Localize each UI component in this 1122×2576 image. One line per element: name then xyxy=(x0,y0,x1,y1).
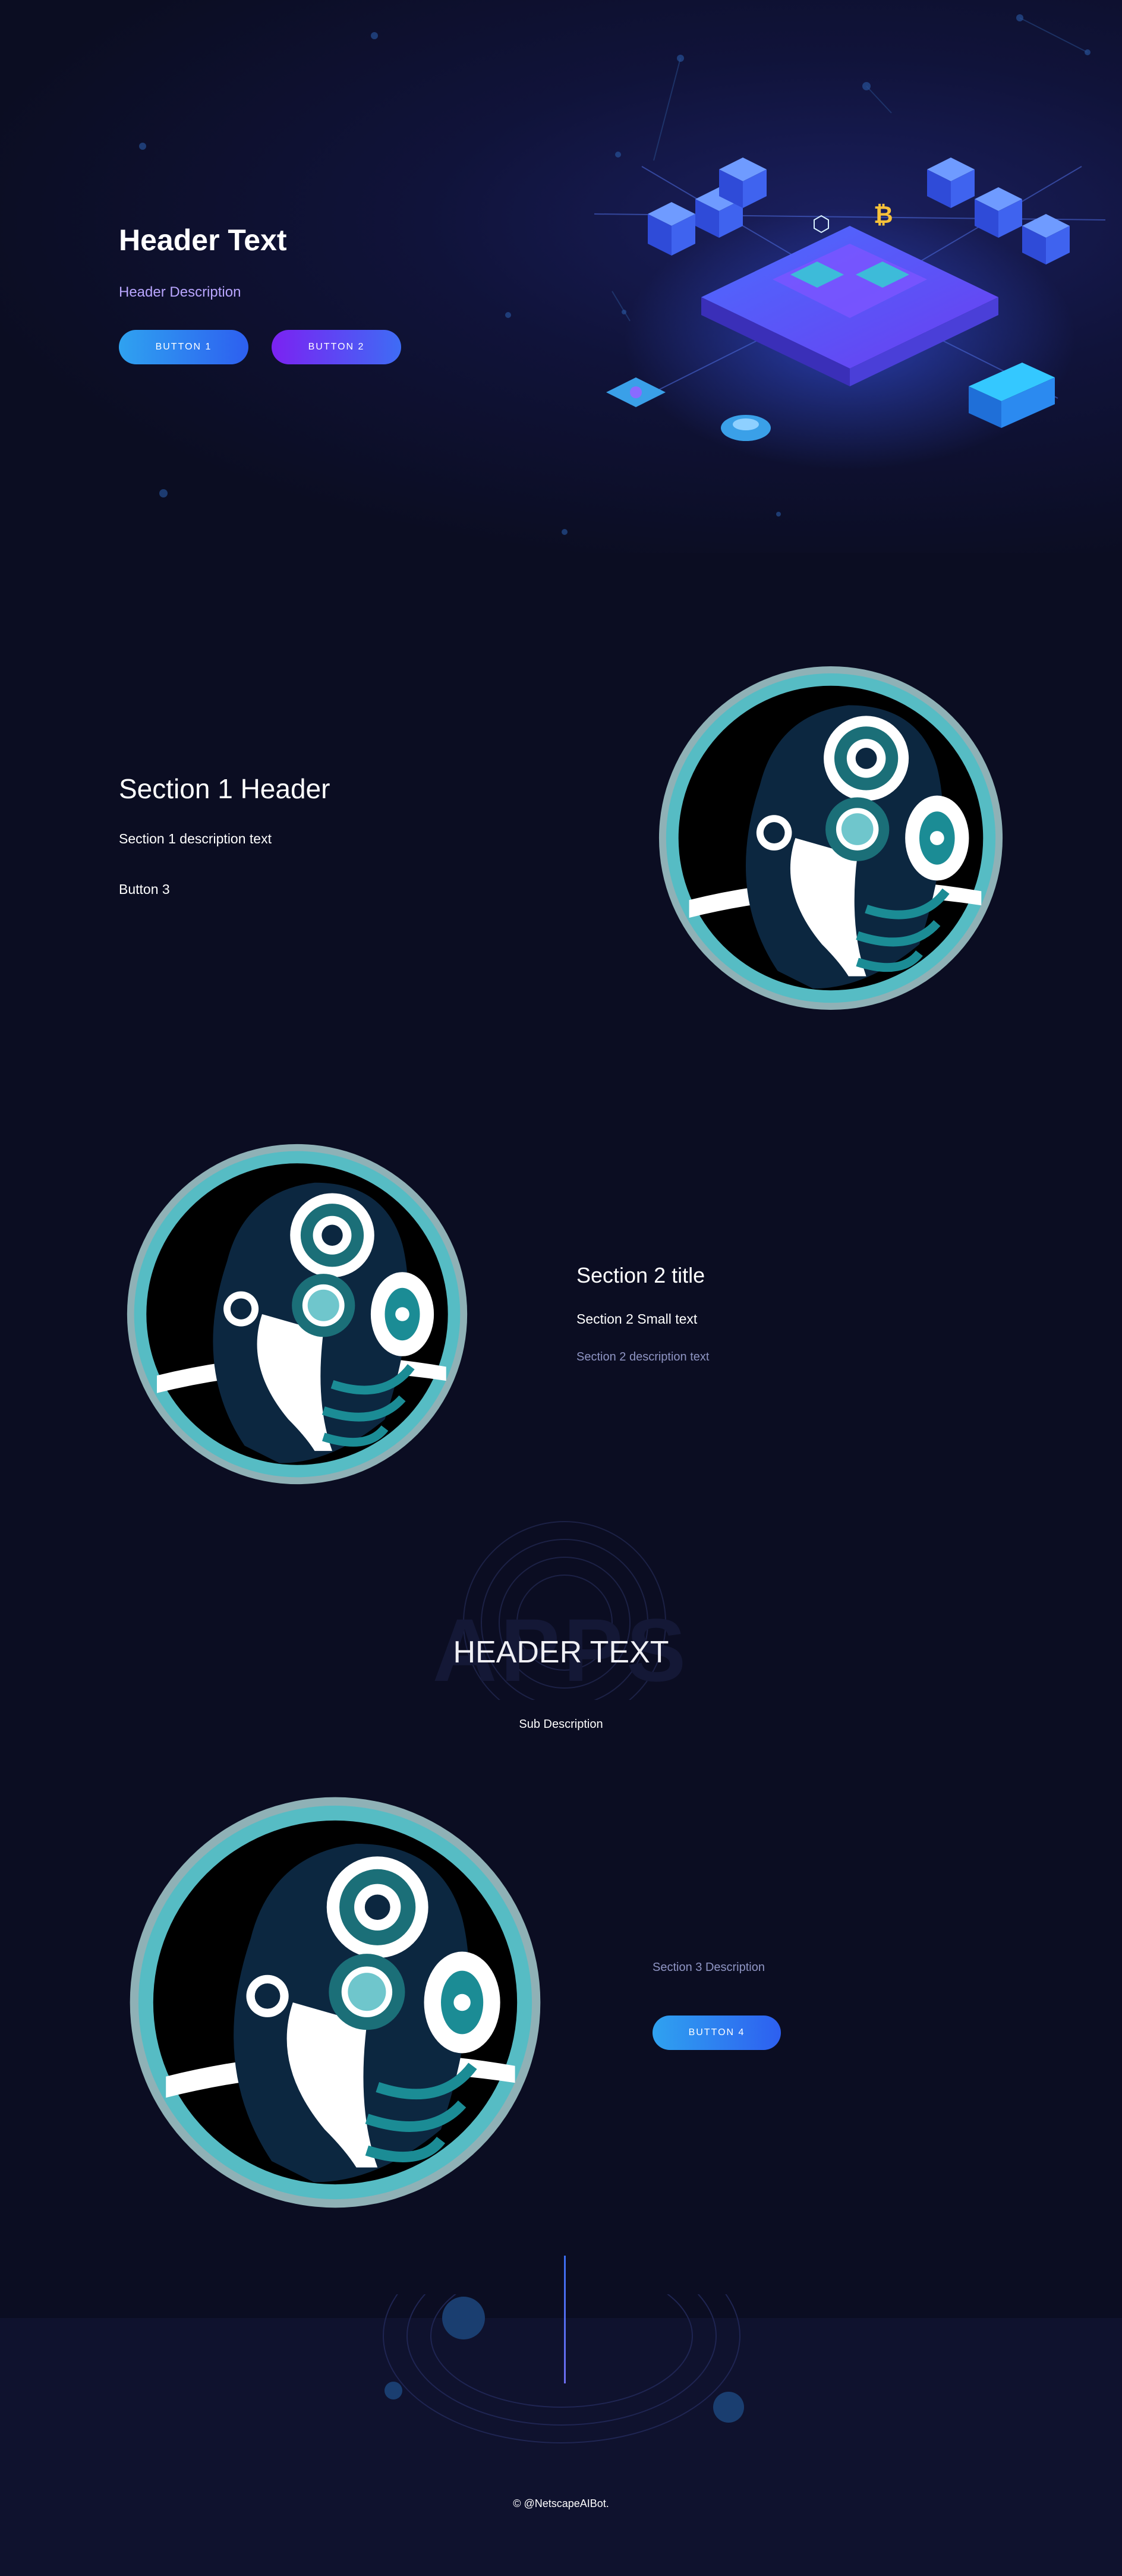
section2-description: Section 2 description text xyxy=(576,1350,710,1363)
section3-description: Section 3 Description xyxy=(653,1961,765,1974)
section2-small-text: Section 2 Small text xyxy=(576,1311,698,1327)
copyright-text: © @NetscapeAIBot. xyxy=(513,2498,609,2509)
robot-head-avatar xyxy=(130,1797,541,2208)
footer xyxy=(0,2256,1122,2576)
blockchain-platform-illustration xyxy=(594,158,1106,470)
footer-decoration xyxy=(383,2294,744,2443)
button-3[interactable]: Button 3 xyxy=(119,881,170,897)
hero-description: Header Description xyxy=(119,284,241,300)
robot-head-avatar xyxy=(127,1144,468,1485)
section1-description: Section 1 description text xyxy=(119,831,272,846)
section1-header: Section 1 Header xyxy=(119,773,330,804)
vertical-divider-line xyxy=(564,2256,566,2383)
button-2[interactable]: BUTTON 2 xyxy=(272,330,401,364)
hero-section: Header Text Header Description BUTTON 1 … xyxy=(0,0,1122,553)
bitcoin-icon: ₿ xyxy=(874,202,893,228)
button-1[interactable]: BUTTON 1 xyxy=(119,330,248,364)
button-4[interactable]: BUTTON 4 xyxy=(653,2016,781,2050)
middle-header: HEADER TEXT xyxy=(453,1635,669,1670)
hero-title: Header Text xyxy=(119,223,287,257)
sub-description: Sub Description xyxy=(519,1718,603,1731)
robot-head-avatar xyxy=(658,666,1003,1010)
section2-title: Section 2 title xyxy=(576,1263,705,1287)
